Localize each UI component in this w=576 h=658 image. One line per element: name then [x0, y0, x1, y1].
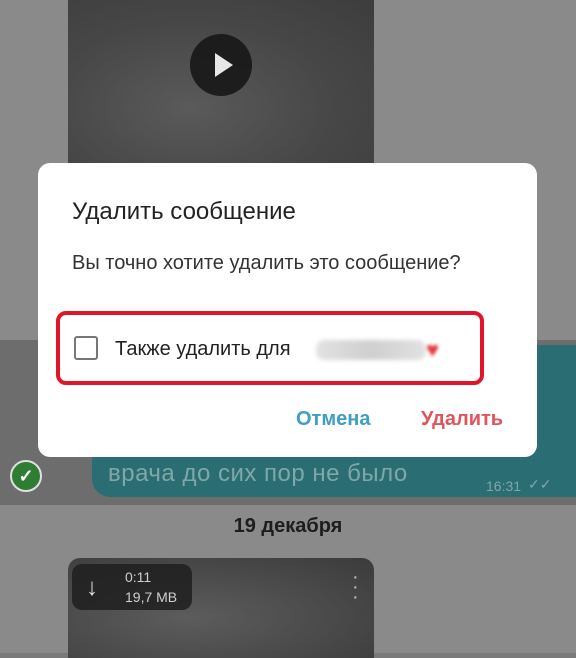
check-circle-icon[interactable]: ✓ — [10, 460, 42, 492]
double-check-icon: ✓✓ — [528, 476, 552, 492]
message-text: врача до сих пор не было — [108, 460, 408, 487]
play-icon[interactable] — [190, 34, 252, 96]
cancel-button[interactable]: Отмена — [296, 408, 370, 431]
heart-icon: ♥ — [426, 337, 440, 362]
blurred-contact-name — [316, 340, 426, 360]
also-delete-checkbox[interactable] — [74, 336, 98, 360]
download-icon[interactable]: ↓ — [86, 574, 98, 602]
dialog-message: Вы точно хотите удалить это сообщение? — [72, 252, 461, 274]
date-separator: 19 декабря — [233, 515, 343, 537]
also-delete-label[interactable]: Также удалить для — [115, 338, 291, 361]
dialog-title: Удалить сообщение — [72, 198, 296, 225]
message-time: 16:31 — [486, 478, 522, 494]
media-size: 19,7 MB — [125, 589, 178, 605]
delete-button[interactable]: Удалить — [421, 408, 503, 431]
media-duration: 0:11 — [125, 569, 152, 585]
more-vertical-icon[interactable]: · · · — [352, 567, 359, 607]
